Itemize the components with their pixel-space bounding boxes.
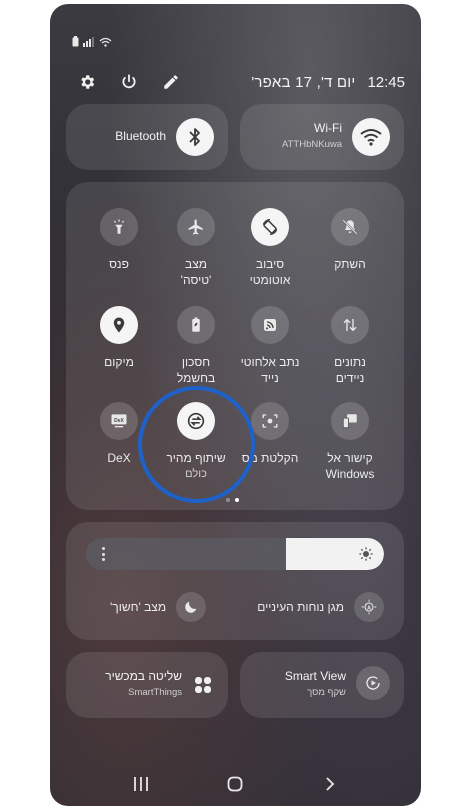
wifi-label: Wi-Fi <box>314 121 342 135</box>
wifi-toggle[interactable] <box>352 118 390 156</box>
moon-icon <box>176 592 207 622</box>
auto-rotate-icon <box>251 208 289 246</box>
tile-label: פנס <box>109 257 129 271</box>
tile-airplane-mode[interactable]: מצב 'טיסה' <box>156 208 236 288</box>
recent-apps-icon[interactable] <box>132 775 150 793</box>
bluetooth-label: Bluetooth <box>115 129 166 143</box>
mute-icon <box>331 208 369 246</box>
device-control-label: שליטה במכשיר <box>105 669 182 683</box>
tile-mobile-data[interactable]: נתונים ניידים <box>310 306 390 386</box>
brightness-slider[interactable] <box>86 538 384 570</box>
tile-label: קישור אל Windows <box>325 451 375 481</box>
battery-saver-icon <box>177 306 215 344</box>
date-text: יום ד', 17 באפר' <box>251 73 356 91</box>
tile-label: מיקום <box>104 355 134 369</box>
wifi-icon <box>360 129 382 146</box>
link-to-windows-icon <box>331 402 369 440</box>
page-dot <box>226 498 230 502</box>
header-row: יום ד', 17 באפר' 12:45 <box>74 70 405 94</box>
signal-icon <box>83 36 94 47</box>
dex-icon: DeX <box>100 402 138 440</box>
brightness-panel: מגן נוחות העיניים A מצב 'חשוך' <box>66 522 404 640</box>
bluetooth-tile[interactable]: Bluetooth <box>66 104 228 170</box>
dark-mode-label: מצב 'חשוך' <box>110 600 167 614</box>
slider-handle-icon[interactable] <box>102 547 105 561</box>
settings-gear-icon[interactable] <box>74 70 100 94</box>
tile-label: השתק <box>334 257 366 271</box>
navigation-bar <box>50 764 421 804</box>
tile-label: נתב אלחוטי נייד <box>240 355 300 385</box>
home-icon[interactable] <box>226 775 244 793</box>
battery-icon <box>72 36 79 47</box>
airplane-icon <box>177 208 215 246</box>
bluetooth-icon <box>189 128 200 146</box>
tile-flashlight[interactable]: פנס <box>79 208 159 272</box>
edit-pencil-icon[interactable] <box>158 70 184 94</box>
screen-recorder-icon <box>251 402 289 440</box>
page-dot-active <box>235 498 239 502</box>
tile-power-saving[interactable]: חסכון בחשמל <box>156 306 236 386</box>
hotspot-icon <box>251 306 289 344</box>
highlight-ring <box>138 386 255 503</box>
location-pin-icon <box>100 306 138 344</box>
tile-mobile-hotspot[interactable]: נתב אלחוטי נייד <box>230 306 310 386</box>
device-control-tile[interactable]: שליטה במכשיר SmartThings <box>66 652 228 718</box>
flashlight-icon <box>100 208 138 246</box>
svg-text:DeX: DeX <box>114 418 124 424</box>
dark-mode[interactable]: מצב 'חשוך' <box>110 592 207 622</box>
wifi-tile[interactable]: Wi-Fi ATTHbNKuwa <box>240 104 404 170</box>
wifi-status-icon <box>99 37 112 47</box>
brightness-sun-icon <box>359 547 373 561</box>
eye-comfort-shield[interactable]: מגן נוחות העיניים A <box>257 592 384 622</box>
screen-mirror-label: שקף מסך <box>307 687 346 698</box>
eye-comfort-label: מגן נוחות העיניים <box>257 600 344 614</box>
smartthings-label: SmartThings <box>128 687 182 698</box>
tile-location[interactable]: מיקום <box>79 306 159 370</box>
eye-comfort-icon: A <box>354 592 384 622</box>
smart-view-label: Smart View <box>284 669 346 683</box>
mobile-data-icon <box>331 306 369 344</box>
tile-label: מצב 'טיסה' <box>180 257 212 287</box>
smart-view-tile[interactable]: Smart View שקף מסך <box>240 652 404 718</box>
page-indicator[interactable] <box>226 498 239 502</box>
smart-view-icon <box>356 666 390 700</box>
power-icon[interactable] <box>116 70 142 94</box>
back-chevron-icon[interactable] <box>321 775 339 793</box>
svg-text:A: A <box>367 605 371 611</box>
tile-label: סיבוב אוטומטי <box>249 257 291 287</box>
tile-link-to-windows[interactable]: קישור אל Windows <box>310 402 390 482</box>
device-control-grid-icon <box>195 677 211 693</box>
clock: 12:45 <box>367 73 405 91</box>
tile-auto-rotate[interactable]: סיבוב אוטומטי <box>230 208 310 288</box>
bluetooth-toggle[interactable] <box>176 118 214 156</box>
status-bar <box>72 36 112 47</box>
tile-label: חסכון בחשמל <box>176 355 216 385</box>
tile-label: נתונים ניידים <box>334 355 366 385</box>
wifi-network-name: ATTHbNKuwa <box>281 139 342 150</box>
tile-mute[interactable]: השתק <box>310 208 390 272</box>
